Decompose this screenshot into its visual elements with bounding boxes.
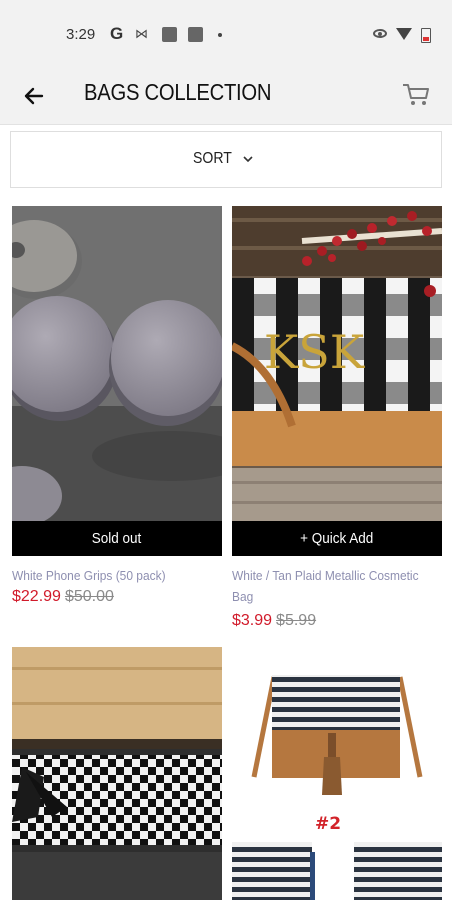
image-label: #2 [315,814,341,834]
sold-out-badge: Sold out [12,521,222,556]
product-price: $22.99 $50.00 [12,588,114,606]
sale-price: $22.99 [12,588,61,605]
product-price: $3.99 $5.99 [232,612,316,630]
cart-icon[interactable] [400,78,432,110]
sale-price: $3.99 [232,612,273,629]
product-name[interactable]: White Phone Grips (50 pack) [12,565,205,586]
product-name[interactable]: White / Tan Plaid Metallic Cosmetic Bag [232,565,425,607]
product-image[interactable]: #2 [232,647,442,900]
notification-icon [188,27,203,42]
sort-label: SORT [193,150,232,167]
status-time: 3:29 [66,26,96,43]
eye-icon [373,29,387,38]
quick-add-button[interactable]: + Quick Add [232,521,442,556]
chevron-down-icon [243,156,253,163]
battery-icon [421,28,431,43]
product-grid: SORT Sold out White Phone Grips (50 pack… [0,125,452,900]
more-notifications-icon [218,33,222,37]
google-icon: G [110,24,124,43]
monogram-text: KSK [264,325,366,379]
back-arrow-icon[interactable] [20,82,48,110]
original-price: $5.99 [276,612,317,629]
status-bar: 3:29 G ⋈ [0,0,452,70]
notification-icon [162,27,177,42]
sort-button[interactable]: SORT [10,131,442,188]
product-image[interactable]: KSK [232,206,442,556]
product-image[interactable] [12,647,222,900]
gmail-icon: ⋈ [135,26,148,41]
original-price: $50.00 [64,588,114,605]
product-image[interactable] [12,206,222,556]
app-bar: BAGS COLLECTION [0,70,452,125]
page-title: BAGS COLLECTION [84,79,272,105]
wifi-icon [396,28,412,40]
